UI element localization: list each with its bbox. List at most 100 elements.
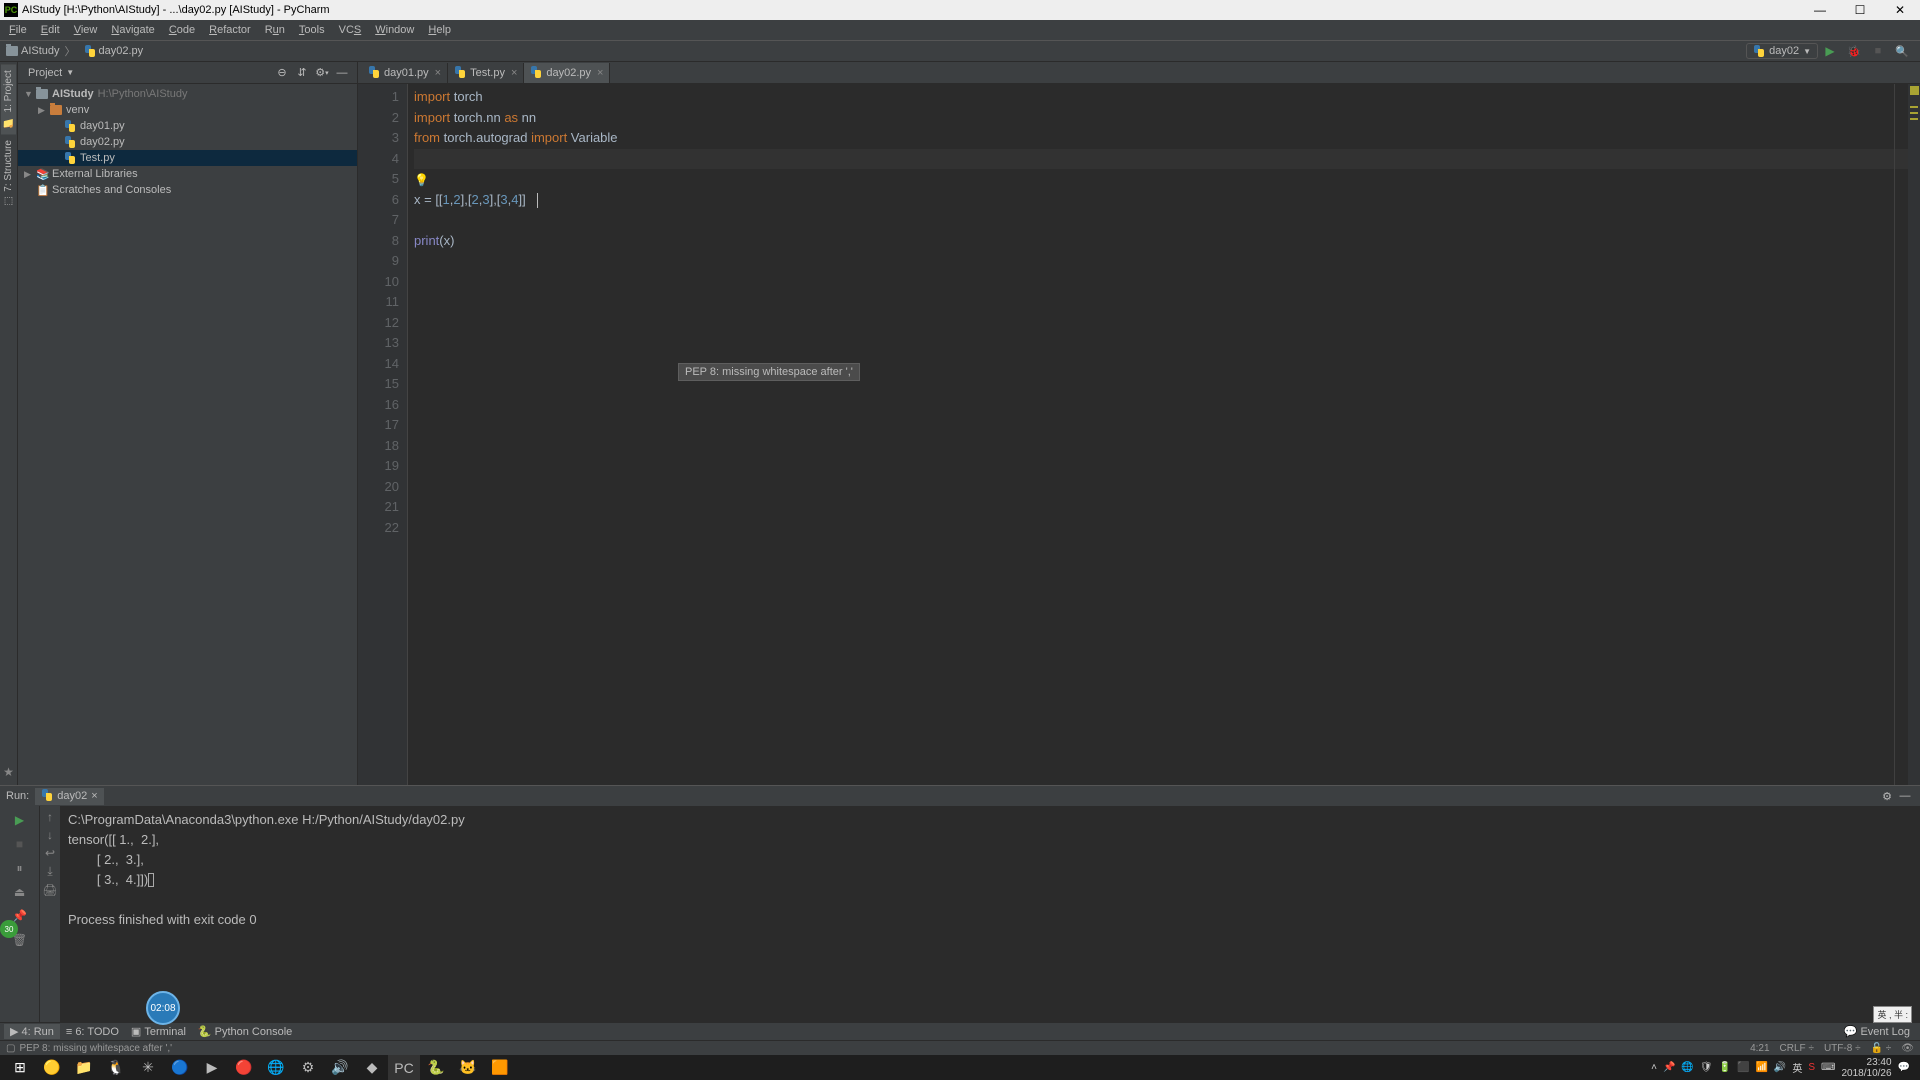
taskbar-app-icon[interactable]: 🐍 [420,1055,452,1080]
code-editor[interactable]: 12345678910111213141516171819202122 impo… [358,84,1920,785]
tray-network-icon[interactable]: 📶 [1755,1062,1767,1073]
structure-tool-tab[interactable]: ⬚ 7: Structure [1,134,16,213]
expand-icon[interactable]: ▼ [24,89,32,99]
taskbar-app-icon[interactable]: ✳ [132,1055,164,1080]
project-tool-tab[interactable]: 📁 1: Project [1,64,16,134]
minimize-button[interactable]: — [1800,0,1840,20]
run-tool-tab[interactable]: ▶ 4: Run [4,1024,60,1039]
tree-file-day02[interactable]: day02.py [18,134,357,150]
tray-pin-icon[interactable]: 📌 [1663,1062,1675,1073]
maximize-button[interactable]: ☐ [1840,0,1880,20]
taskbar-app-icon[interactable]: 🔵 [164,1055,196,1080]
close-tab-icon[interactable]: × [511,67,517,79]
close-button[interactable]: ✕ [1880,0,1920,20]
menu-refactor[interactable]: Refactor [202,22,258,38]
taskbar-clock[interactable]: 23:40 2018/10/26 [1841,1057,1891,1079]
exit-button[interactable]: ⏏ [10,882,30,902]
search-button[interactable]: 🔍 [1892,41,1912,61]
favorites-icon[interactable]: ★ [3,765,14,779]
taskbar-app-icon[interactable]: 🔴 [228,1055,260,1080]
stop-button[interactable]: ■ [1868,41,1888,61]
expand-icon[interactable]: ▶ [24,169,32,180]
warning-mark[interactable] [1910,112,1918,114]
down-button[interactable]: ↓ [47,828,53,842]
taskbar-app-icon[interactable]: 🌐 [260,1055,292,1080]
gear-icon[interactable]: ⚙ ▾ [313,64,331,82]
gear-icon[interactable]: ⚙ [1878,787,1896,805]
tray-keyboard-icon[interactable]: ⌨ [1821,1062,1835,1073]
taskbar-unity-icon[interactable]: ◆ [356,1055,388,1080]
scroll-from-source-icon[interactable]: ⊖ [273,64,291,82]
run-tab[interactable]: day02 × [35,788,103,805]
menu-code[interactable]: Code [162,22,202,38]
status-square-icon[interactable]: ▢ [6,1043,15,1054]
event-log-tool-tab[interactable]: 💬 Event Log [1838,1024,1916,1039]
tree-external-libs[interactable]: ▶ 📚 External Libraries [18,166,357,182]
file-encoding[interactable]: UTF-8 ÷ [1824,1043,1861,1054]
tree-scratches[interactable]: 📋 Scratches and Consoles [18,182,357,198]
up-button[interactable]: ↑ [47,810,53,824]
tray-sogou-icon[interactable]: S [1808,1062,1815,1073]
menu-help[interactable]: Help [421,22,458,38]
menu-navigate[interactable]: Navigate [104,22,161,38]
menu-view[interactable]: View [67,22,105,38]
tab-day01[interactable]: day01.py × [362,63,448,83]
menu-edit[interactable]: Edit [34,22,67,38]
menu-vcs[interactable]: VCS [332,22,369,38]
inspection-indicator-icon[interactable] [1910,86,1919,95]
breadcrumb-file[interactable]: day02.py [84,45,144,57]
tree-venv[interactable]: ▶ venv [18,102,357,118]
taskbar-app-icon[interactable]: 🐧 [100,1055,132,1080]
taskbar-app-icon[interactable]: 🐱 [452,1055,484,1080]
start-button[interactable]: ⊞ [4,1055,36,1080]
warning-mark[interactable] [1910,118,1918,120]
menu-tools[interactable]: Tools [292,22,332,38]
tray-shield-icon[interactable]: 🛡 [1700,1062,1713,1073]
lightbulb-icon[interactable]: 💡 [414,170,429,191]
tree-file-test[interactable]: Test.py [18,150,357,166]
python-console-tool-tab[interactable]: 🐍 Python Console [192,1024,298,1039]
close-tab-icon[interactable]: × [435,67,441,79]
tray-volume-icon[interactable]: 🔊 [1774,1062,1786,1073]
tree-root[interactable]: ▼ AIStudy H:\Python\AIStudy [18,86,357,102]
terminal-tool-tab[interactable]: ▣ Terminal [125,1024,192,1039]
taskbar-pycharm-icon[interactable]: PC [388,1055,420,1080]
inspection-eye-icon[interactable]: 👁 [1901,1043,1914,1054]
code-content[interactable]: import torch import torch.nn as nn from … [408,84,1920,785]
scroll-end-button[interactable]: ⤓ [47,864,52,879]
tree-file-day01[interactable]: day01.py [18,118,357,134]
taskbar-explorer-icon[interactable]: 📁 [68,1055,100,1080]
breadcrumb-root[interactable]: AIStudy 〉 [6,43,78,59]
rerun-button[interactable]: ▶ [10,810,30,830]
run-button[interactable]: ▶ [1820,41,1840,61]
hide-panel-icon[interactable]: — [1896,787,1914,805]
warning-mark[interactable] [1910,106,1918,108]
print-button[interactable]: 🖨 [42,883,57,897]
close-tab-icon[interactable]: × [597,67,603,79]
pause-button[interactable]: ⏸ [10,858,30,878]
console-output[interactable]: C:\ProgramData\Anaconda3\python.exe H:/P… [60,806,1920,1025]
taskbar-app-icon[interactable]: 🟧 [484,1055,516,1080]
line-separator[interactable]: CRLF ÷ [1780,1043,1814,1054]
collapse-all-icon[interactable]: ⇵ [293,64,311,82]
tray-nvidia-icon[interactable]: ⬛ [1737,1062,1749,1073]
tray-browser-icon[interactable]: 🌐 [1681,1062,1693,1073]
close-tab-icon[interactable]: × [91,790,97,802]
taskbar-chrome-icon[interactable]: 🟡 [36,1055,68,1080]
menu-file[interactable]: File [2,22,34,38]
expand-icon[interactable]: ▶ [38,105,46,116]
tray-battery-icon[interactable]: 🔋 [1719,1062,1731,1073]
taskbar-app-icon[interactable]: ▶ [196,1055,228,1080]
cursor-position[interactable]: 4:21 [1750,1043,1769,1054]
stop-button[interactable]: ■ [10,834,30,854]
tray-lang[interactable]: 英 [1792,1060,1802,1075]
tab-day02[interactable]: day02.py × [524,63,610,83]
project-view-dropdown[interactable]: ▼ [66,68,74,77]
taskbar-app-icon[interactable]: 🔊 [324,1055,356,1080]
todo-tool-tab[interactable]: ≡ 6: TODO [60,1025,125,1039]
tray-up-icon[interactable]: ˄ [1651,1062,1657,1073]
taskbar-app-icon[interactable]: ⚙ [292,1055,324,1080]
hide-panel-icon[interactable]: — [333,64,351,82]
debug-button[interactable]: 🐞 [1844,41,1864,61]
menu-window[interactable]: Window [368,22,421,38]
